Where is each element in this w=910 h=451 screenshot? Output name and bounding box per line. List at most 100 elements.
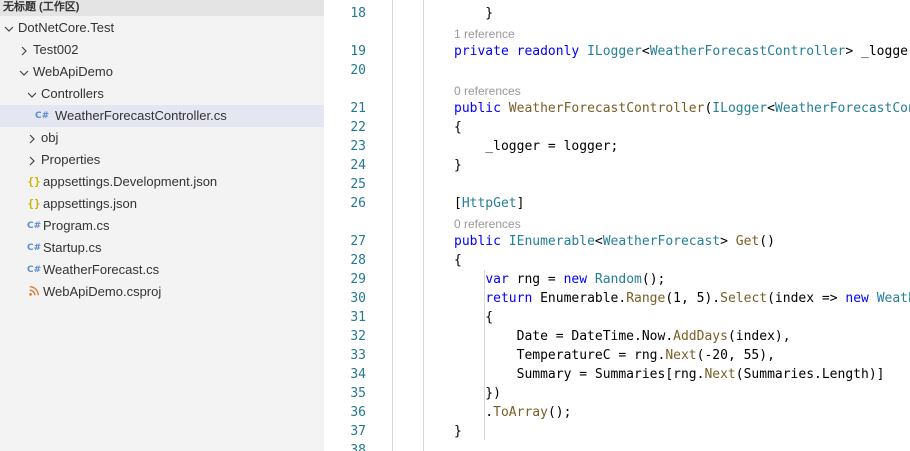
tree-item-label: Controllers bbox=[41, 86, 104, 101]
code-line[interactable]: 28 { bbox=[324, 251, 910, 270]
tree-item-label: WeatherForecast.cs bbox=[43, 262, 160, 277]
tree-folder[interactable]: Test002 bbox=[0, 39, 324, 61]
line-number: 33 bbox=[350, 348, 366, 363]
workspace-header[interactable]: 无标题 (工作区) bbox=[0, 0, 324, 16]
code-line[interactable]: 21 public WeatherForecastController(ILogg… bbox=[324, 99, 910, 118]
chevron-down-icon[interactable] bbox=[4, 24, 14, 34]
code-token: < bbox=[767, 101, 775, 116]
tree-file[interactable]: {} appsettings.Development.json bbox=[0, 171, 324, 193]
code-line[interactable]: 19 private readonly ILogger<WeatherForeca… bbox=[324, 42, 910, 61]
code-line[interactable]: 31 { bbox=[324, 308, 910, 327]
code-token: Date = DateTime.Now. bbox=[454, 329, 674, 344]
line-number: 35 bbox=[350, 386, 366, 401]
code-token: (index), bbox=[727, 329, 791, 344]
code-line[interactable]: 29 var rng = new Random(); bbox=[324, 270, 910, 289]
code-editor[interactable]: 18 } 19 private readonly ILogger<WeatherFo… bbox=[324, 0, 910, 451]
tree-file[interactable]: C# Program.cs bbox=[0, 215, 324, 237]
code-line[interactable]: 22 { bbox=[324, 118, 910, 137]
tree-file[interactable]: C# Startup.cs bbox=[0, 237, 324, 259]
code-text: } bbox=[454, 4, 493, 23]
chevron-right-icon[interactable] bbox=[27, 156, 37, 166]
chevron-down-icon[interactable] bbox=[19, 68, 29, 78]
code-token: (-20, 55), bbox=[696, 348, 775, 363]
code-token: < bbox=[594, 234, 603, 249]
code-token: Get bbox=[735, 234, 760, 249]
code-token: return bbox=[485, 291, 533, 306]
explorer-sidebar: 无标题 (工作区) DotNetCore.Test Test002 WebApiDe… bbox=[0, 0, 324, 451]
chevron-right-icon[interactable] bbox=[19, 46, 29, 56]
line-number: 23 bbox=[350, 139, 366, 154]
code-token: public bbox=[454, 101, 501, 116]
tree-item-label: WebApiDemo bbox=[33, 64, 113, 79]
tree-file[interactable]: C# WeatherForecast.cs bbox=[0, 259, 324, 281]
line-number: 38 bbox=[350, 443, 366, 451]
codelens-references[interactable]: 0 references bbox=[454, 84, 521, 98]
tree-item-label: WebApiDemo.csproj bbox=[43, 284, 162, 299]
code-text: return Enumerable.Range(1, 5).Select(ind… bbox=[454, 289, 910, 308]
codelens-references[interactable]: 0 references bbox=[454, 217, 521, 231]
json-file-icon: {} bbox=[27, 197, 41, 210]
code-token: HttpGet bbox=[461, 196, 517, 211]
code-token: > bbox=[720, 234, 736, 249]
code-token: new bbox=[563, 272, 588, 287]
tree-item-label: obj bbox=[41, 130, 59, 145]
csharp-file-icon: C# bbox=[27, 265, 42, 275]
tree-file[interactable]: WebApiDemo.csproj bbox=[0, 281, 324, 303]
code-text: Summary = Summaries[rng.Next(Summaries.L… bbox=[454, 365, 885, 384]
code-line[interactable]: 20 bbox=[324, 61, 910, 80]
line-number: 36 bbox=[350, 405, 366, 420]
tree-folder[interactable]: Properties bbox=[0, 149, 324, 171]
code-token: rng = bbox=[508, 272, 564, 287]
code-line[interactable]: 25 bbox=[324, 175, 910, 194]
tree-file[interactable]: {} appsettings.json bbox=[0, 193, 324, 215]
json-file-icon: {} bbox=[27, 175, 41, 188]
code-line[interactable]: 18 } bbox=[324, 4, 910, 23]
code-line[interactable]: 35 }) bbox=[324, 384, 910, 403]
tree-folder[interactable]: DotNetCore.Test bbox=[0, 17, 324, 39]
code-line[interactable]: 33 TemperatureC = rng.Next(-20, 55), bbox=[324, 346, 910, 365]
line-number: 27 bbox=[350, 234, 366, 249]
code-line[interactable]: 32 Date = DateTime.Now.AddDays(index), bbox=[324, 327, 910, 346]
tree-item-label: Program.cs bbox=[43, 218, 110, 233]
code-line[interactable]: 30 return Enumerable.Range(1, 5).Select(… bbox=[324, 289, 910, 308]
code-line[interactable]: 24} bbox=[324, 156, 910, 175]
codelens-references[interactable]: 1 reference bbox=[454, 27, 515, 41]
tree-item-label: WeatherForecastController.cs bbox=[55, 108, 227, 123]
line-number: 21 bbox=[350, 101, 366, 116]
code-line[interactable]: 26 [HttpGet] bbox=[324, 194, 910, 213]
rss-icon bbox=[27, 285, 41, 299]
code-text: .ToArray(); bbox=[454, 403, 571, 422]
chevron-right-icon[interactable] bbox=[27, 134, 37, 144]
code-token: _logger = logger; bbox=[454, 139, 619, 154]
code-token: (1, 5). bbox=[665, 291, 721, 306]
code-line[interactable]: 23 _logger = logger; bbox=[324, 137, 910, 156]
code-line[interactable]: 36 .ToArray(); bbox=[324, 403, 910, 422]
code-token: WeatherForecastController bbox=[774, 101, 910, 116]
code-token: ILogger bbox=[712, 101, 768, 116]
code-line[interactable]: 27 public IEnumerable<WeatherForecast> Ge… bbox=[324, 232, 910, 251]
code-text: { bbox=[454, 118, 462, 137]
code-line[interactable]: 34 Summary = Summaries[rng.Next(Summarie… bbox=[324, 365, 910, 384]
tree-folder[interactable]: obj bbox=[0, 127, 324, 149]
code-text: }) bbox=[454, 384, 501, 403]
line-number: 24 bbox=[350, 158, 366, 173]
csharp-file-icon: C# bbox=[27, 243, 42, 253]
tree-folder[interactable]: WebApiDemo bbox=[0, 61, 324, 83]
csharp-file-icon: C# bbox=[27, 221, 42, 231]
code-token: } bbox=[454, 424, 462, 439]
code-token: AddDays bbox=[673, 329, 728, 344]
code-line[interactable]: 37} bbox=[324, 422, 910, 441]
tree-item-label: Startup.cs bbox=[43, 240, 102, 255]
tree-item-label: Properties bbox=[41, 152, 101, 167]
tree-folder[interactable]: Controllers bbox=[0, 83, 324, 105]
code-line[interactable]: 38 bbox=[324, 441, 910, 451]
chevron-down-icon[interactable] bbox=[27, 90, 37, 100]
code-token: readonly bbox=[516, 44, 580, 59]
code-text: Date = DateTime.Now.AddDays(index), bbox=[454, 327, 791, 346]
tree-file[interactable]: C# WeatherForecastController.cs bbox=[0, 105, 324, 127]
